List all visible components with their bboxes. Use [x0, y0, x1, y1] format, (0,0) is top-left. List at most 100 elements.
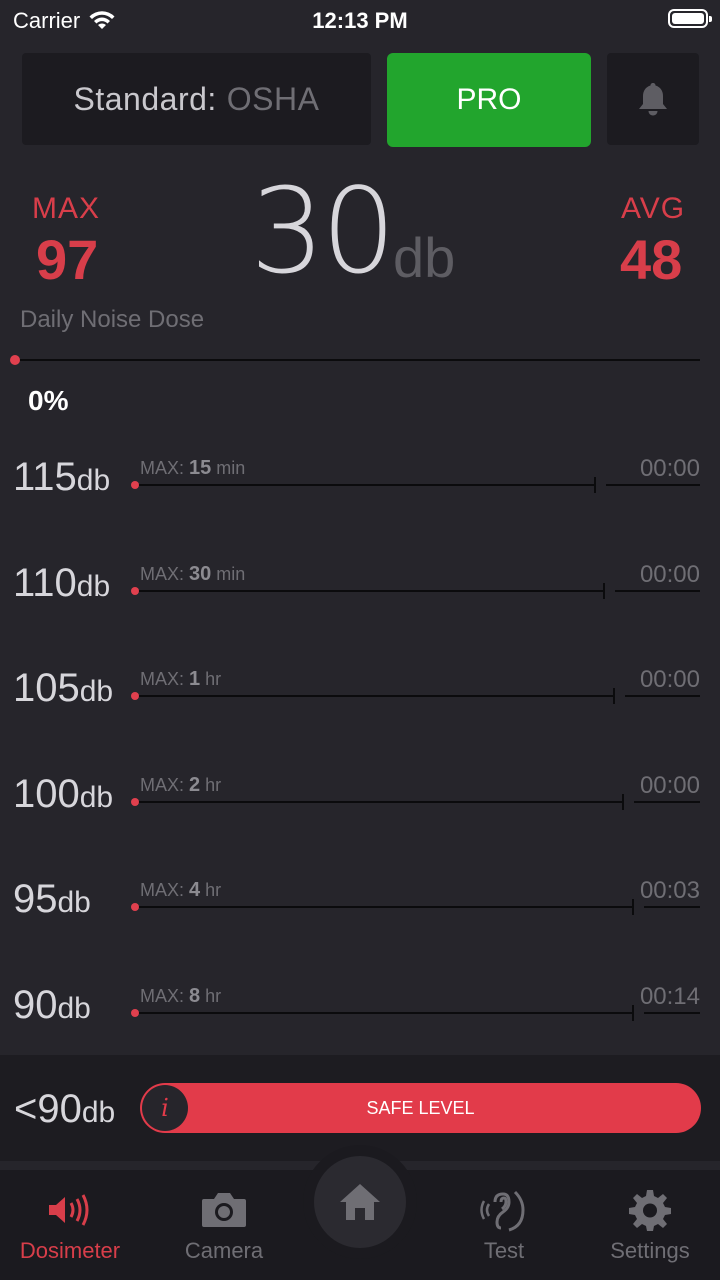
safe-level-bar[interactable]: i SAFE LEVEL — [140, 1083, 701, 1133]
info-icon[interactable]: i — [142, 1085, 188, 1131]
row-elapsed-time: 00:14 — [639, 983, 700, 1010]
row-max-prefix: MAX: — [140, 458, 185, 478]
tab-test[interactable]: Test — [434, 1188, 574, 1264]
ear-icon — [480, 1190, 525, 1232]
row-max-duration: MAX: 15 min — [140, 457, 245, 480]
row-elapsed-time: 00:00 — [639, 772, 700, 799]
row-progress-track — [135, 1012, 632, 1014]
row-level-unit: db — [57, 992, 91, 1025]
home-button[interactable] — [303, 1145, 417, 1259]
row-elapsed-time: 00:00 — [639, 666, 700, 693]
row-level-value: 100 — [13, 772, 80, 816]
row-max-duration: MAX: 2 hr — [140, 774, 221, 797]
row-max-duration: MAX: 4 hr — [140, 879, 221, 902]
row-limit-tick — [603, 583, 605, 599]
row-level: 115db — [13, 455, 110, 500]
tab-dosimeter[interactable]: Dosimeter — [0, 1188, 140, 1264]
row-limit-tick — [632, 1005, 634, 1021]
row-elapsed-time: 00:00 — [639, 455, 700, 482]
row-max-amount: 2 — [189, 774, 201, 796]
row-tail-track — [615, 590, 700, 592]
gear-icon — [629, 1190, 671, 1231]
row-max-amount: 8 — [189, 985, 201, 1007]
row-tail-track — [644, 906, 700, 908]
row-max-prefix: MAX: — [140, 564, 185, 584]
row-limit-tick — [632, 899, 634, 915]
notifications-button[interactable] — [607, 53, 699, 145]
row-max-amount: 30 — [189, 563, 212, 585]
camera-icon — [202, 1193, 246, 1227]
row-progress-track — [135, 906, 632, 908]
row-level-value: 95 — [13, 877, 58, 921]
clock: 12:13 PM — [312, 8, 408, 33]
tab-settings-label: Settings — [610, 1238, 690, 1263]
safe-level-text: SAFE LEVEL — [366, 1097, 475, 1118]
row-level: 110db — [13, 561, 110, 606]
row-max-unit: min — [216, 458, 246, 478]
standard-label: Standard: — [73, 80, 217, 117]
row-tail-track — [634, 801, 700, 803]
row-max-prefix: MAX: — [140, 775, 185, 795]
row-level-unit: db — [79, 781, 114, 814]
row-level-unit: db — [76, 570, 111, 603]
current-level-unit: db — [393, 226, 456, 289]
row-level: 90db — [13, 983, 91, 1028]
row-progress-indicator — [131, 798, 139, 806]
max-value: 97 — [36, 228, 99, 291]
status-bar: Carrier 12:13 PM — [0, 0, 720, 40]
safe-level-value: <90 — [14, 1087, 82, 1131]
speaker-icon — [49, 1194, 89, 1226]
row-progress-track — [135, 801, 622, 803]
level-row-115: 115db MAX: 15 min 00:00 — [0, 455, 720, 535]
level-row-105: 105db MAX: 1 hr 00:00 — [0, 666, 720, 746]
row-tail-track — [625, 695, 700, 697]
level-row-95: 95db MAX: 4 hr 00:03 — [0, 877, 720, 957]
row-max-amount: 1 — [189, 668, 201, 690]
row-limit-tick — [613, 688, 615, 704]
standard-value: OSHA — [226, 80, 320, 117]
row-tail-track — [606, 484, 700, 486]
tab-dosimeter-label: Dosimeter — [19, 1238, 121, 1263]
header-controls: Standard: OSHA PRO — [22, 53, 699, 147]
row-tail-track — [644, 1012, 700, 1014]
row-max-unit: hr — [205, 880, 222, 900]
safe-level-threshold: <90db — [14, 1087, 115, 1132]
daily-dose-label: Daily Noise Dose — [20, 306, 205, 333]
row-elapsed-time: 00:00 — [639, 561, 700, 588]
row-max-prefix: MAX: — [140, 880, 185, 900]
row-level: 105db — [13, 666, 113, 711]
row-max-unit: hr — [205, 986, 222, 1006]
tab-test-label: Test — [483, 1238, 525, 1263]
row-level-value: 110 — [13, 561, 77, 605]
row-elapsed-time: 00:03 — [639, 877, 700, 904]
avg-value: 48 — [620, 228, 683, 291]
row-level: 95db — [13, 877, 91, 922]
daily-dose-percent: 0% — [28, 385, 69, 416]
row-progress-indicator — [131, 903, 139, 911]
row-max-amount: 15 — [189, 457, 212, 479]
tab-camera-label: Camera — [184, 1238, 264, 1263]
battery-icon — [668, 9, 712, 28]
row-max-unit: hr — [205, 669, 222, 689]
row-max-duration: MAX: 8 hr — [140, 985, 221, 1008]
row-level-unit: db — [79, 675, 114, 708]
avg-label: AVG — [621, 192, 686, 225]
level-row-90: 90db MAX: 8 hr 00:14 — [0, 983, 720, 1063]
row-max-unit: min — [216, 564, 246, 584]
tab-settings[interactable]: Settings — [580, 1188, 720, 1264]
row-progress-indicator — [131, 1009, 139, 1017]
tab-camera[interactable]: Camera — [154, 1188, 294, 1264]
row-level-unit: db — [76, 464, 111, 497]
row-progress-track — [135, 590, 603, 592]
level-row-100: 100db MAX: 2 hr 00:00 — [0, 772, 720, 852]
row-max-duration: MAX: 1 hr — [140, 668, 221, 691]
row-level-value: 90 — [13, 983, 58, 1027]
pro-button[interactable]: PRO — [387, 53, 591, 147]
safe-level-unit: db — [81, 1096, 116, 1129]
row-max-unit: hr — [205, 775, 222, 795]
row-progress-indicator — [131, 587, 139, 595]
row-level-unit: db — [57, 886, 91, 919]
standard-selector[interactable]: Standard: OSHA — [22, 53, 371, 145]
daily-dose-indicator — [10, 355, 20, 365]
row-max-prefix: MAX: — [140, 669, 185, 689]
